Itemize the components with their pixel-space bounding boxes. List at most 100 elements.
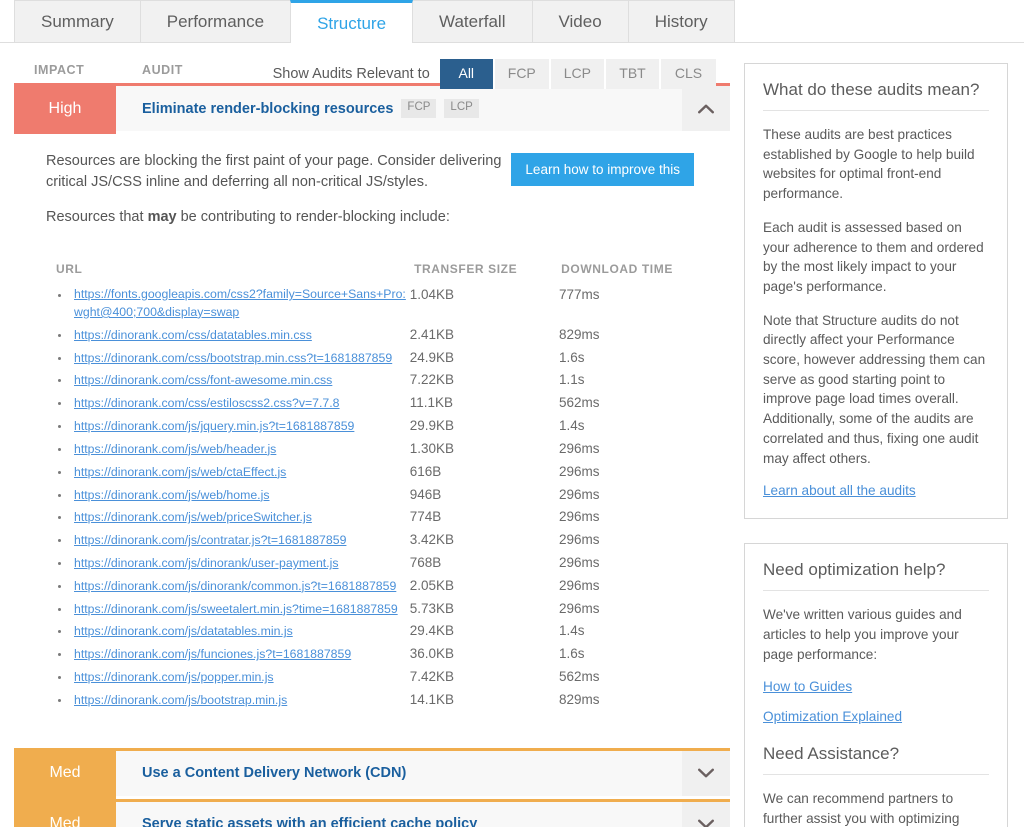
resource-size: 29.4KB [409,623,455,639]
resource-size: 29.9KB [409,418,455,434]
collapsed-audits: Med Use a Content Delivery Network (CDN)… [14,747,730,827]
tab-label: Video [558,12,602,31]
resource-link[interactable]: https://dinorank.com/js/popper.min.js [74,669,274,687]
resource-row: https://dinorank.com/js/bootstrap.min.js… [46,689,716,712]
resource-row: https://dinorank.com/js/web/header.js 1.3… [46,438,716,461]
resource-url-cell: https://dinorank.com/js/dinorank/user-pa… [46,554,410,573]
resource-link[interactable]: https://dinorank.com/js/contratar.js?t=1… [74,532,346,550]
impact-badge-med: Med [14,798,116,827]
resource-url-cell: https://dinorank.com/js/sweetalert.min.j… [46,600,410,619]
column-header-impact: IMPACT [34,63,85,77]
panel-paragraph-2: We can recommend partners to further ass… [763,789,989,827]
audit-item-cache-policy[interactable]: Med Serve static assets with an efficien… [14,798,730,827]
resource-row: https://dinorank.com/js/dinorank/common.… [46,575,716,598]
resource-link[interactable]: https://dinorank.com/css/bootstrap.min.c… [74,350,392,368]
resource-link[interactable]: https://dinorank.com/js/jquery.min.js?t=… [74,418,354,436]
resource-link[interactable]: https://dinorank.com/js/web/header.js [74,441,276,459]
resource-url-cell: https://dinorank.com/css/bootstrap.min.c… [46,349,410,368]
resource-url-cell: https://dinorank.com/js/bootstrap.min.js [46,691,410,710]
audit-description-paragraph-1: Resources are blocking the first paint o… [46,153,502,191]
optimization-explained-link[interactable]: Optimization Explained [763,709,902,724]
tab-label: Waterfall [439,12,506,31]
tab-waterfall[interactable]: Waterfall [412,0,533,42]
resource-url-cell: https://dinorank.com/js/dinorank/common.… [46,577,410,596]
resource-link[interactable]: https://dinorank.com/js/dinorank/common.… [74,578,396,596]
tab-label: History [654,12,708,31]
resource-url-cell: https://dinorank.com/js/datatables.min.j… [46,622,410,641]
resource-time: 562ms [558,395,600,411]
resource-row: https://dinorank.com/js/jquery.min.js?t=… [46,415,716,438]
tab-history[interactable]: History [627,0,735,42]
sidebar-column: What do these audits mean? These audits … [744,43,1024,827]
chevron-down-icon[interactable] [682,801,730,827]
resource-list: https://fonts.googleapis.com/css2?family… [46,284,716,718]
resource-row: https://dinorank.com/css/font-awesome.mi… [46,369,716,392]
resource-row: https://dinorank.com/js/web/ctaEffect.js… [46,461,716,484]
tab-performance[interactable]: Performance [139,0,292,42]
audit-item-render-blocking: High Eliminate render-blocking resources… [14,83,730,730]
tab-structure[interactable]: Structure [290,0,414,43]
resource-time: 829ms [558,326,600,342]
how-to-guides-link[interactable]: How to Guides [763,679,852,694]
tab-label: Summary [41,12,114,31]
tab-video[interactable]: Video [531,0,629,42]
resource-header-size: TRANSFER SIZE [414,262,518,277]
desc2-emphasis: may [147,209,177,226]
resource-time: 296ms [558,577,600,593]
learn-about-all-audits-link[interactable]: Learn about all the audits [763,483,916,498]
desc2-pre: Resources that [46,209,148,226]
chevron-up-icon[interactable] [682,86,730,131]
column-header-audit: AUDIT [142,63,183,77]
resource-time: 829ms [558,691,600,707]
audit-description-row: Resources are blocking the first paint o… [46,151,716,242]
panel-link-row: Optimization Explained [763,708,989,726]
resource-url-cell: https://dinorank.com/css/datatables.min.… [46,326,410,345]
resource-link[interactable]: https://dinorank.com/css/estiloscss2.css… [74,395,340,413]
resource-link[interactable]: https://fonts.googleapis.com/css2?family… [74,286,410,322]
resource-url-cell: https://dinorank.com/css/estiloscss2.css… [46,394,410,413]
panel-paragraph-1: We've written various guides and article… [763,607,962,662]
resource-row: https://dinorank.com/css/estiloscss2.css… [46,392,716,415]
impact-badge-med: Med [14,747,116,799]
assistance-text-pre: We can recommend partners to further ass… [763,791,960,827]
audit-item-cdn[interactable]: Med Use a Content Delivery Network (CDN) [14,747,730,799]
resource-row: https://dinorank.com/js/funciones.js?t=1… [46,643,716,666]
resource-link[interactable]: https://dinorank.com/js/sweetalert.min.j… [74,601,398,619]
resource-table-headers: URL TRANSFER SIZE DOWNLOAD TIME [46,242,716,284]
main-tab-bar: Summary Performance Structure Waterfall … [0,0,1024,43]
resource-link[interactable]: https://dinorank.com/js/datatables.min.j… [74,623,293,641]
resource-size: 946B [409,486,442,502]
resource-link[interactable]: https://dinorank.com/js/web/priceSwitche… [74,509,312,527]
resource-size: 7.22KB [409,372,455,388]
resource-link[interactable]: https://dinorank.com/js/web/ctaEffect.js [74,464,286,482]
resource-url-cell: https://dinorank.com/js/popper.min.js [46,668,410,687]
audit-header[interactable]: High Eliminate render-blocking resources… [14,83,730,134]
resource-link[interactable]: https://dinorank.com/css/datatables.min.… [74,327,312,345]
resource-link[interactable]: https://dinorank.com/css/font-awesome.mi… [74,372,332,390]
resource-link[interactable]: https://dinorank.com/js/bootstrap.min.js [74,692,287,710]
resource-link[interactable]: https://dinorank.com/js/web/home.js [74,487,269,505]
learn-how-to-improve-button[interactable]: Learn how to improve this [511,153,694,186]
audit-column-headers: IMPACT AUDIT [14,63,730,83]
resource-link[interactable]: https://dinorank.com/js/dinorank/user-pa… [74,555,339,573]
tab-summary[interactable]: Summary [14,0,141,42]
audit-title[interactable]: Use a Content Delivery Network (CDN) [142,765,406,781]
resource-url-cell: https://dinorank.com/js/web/priceSwitche… [46,508,410,527]
resource-size: 11.1KB [409,395,454,411]
resource-link[interactable]: https://dinorank.com/js/funciones.js?t=1… [74,646,351,664]
resource-time: 296ms [558,532,600,548]
impact-badge-high: High [14,83,116,134]
chevron-down-icon[interactable] [682,750,730,796]
audit-title-area: Eliminate render-blocking resources FCP … [116,86,682,131]
audits-column: Show Audits Relevant to All FCP LCP TBT … [0,43,744,827]
desc2-post: be contributing to render-blocking inclu… [176,209,450,226]
panel-heading-need-assistance: Need Assistance? [763,744,989,776]
audit-description: Resources are blocking the first paint o… [46,151,511,242]
panel-what-do-audits-mean: What do these audits mean? These audits … [744,63,1008,520]
resource-time: 1.6s [558,646,585,662]
resource-url-cell: https://dinorank.com/js/web/ctaEffect.js [46,463,410,482]
audit-title[interactable]: Serve static assets with an efficient ca… [142,816,477,827]
resource-row: https://dinorank.com/js/datatables.min.j… [46,620,716,643]
audit-title[interactable]: Eliminate render-blocking resources [142,101,393,117]
audit-description-paragraph-2: Resources that may be contributing to re… [46,207,511,228]
